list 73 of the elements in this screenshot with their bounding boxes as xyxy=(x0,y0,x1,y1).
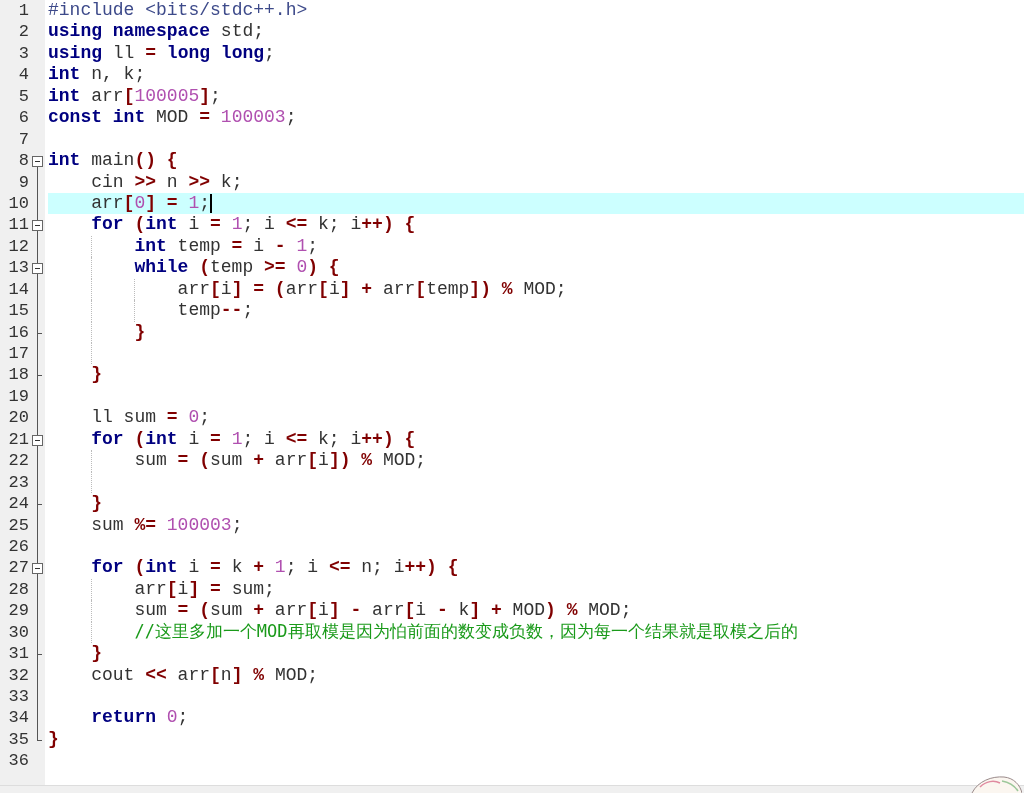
line-number: 28 xyxy=(7,578,30,601)
line-number: 6 xyxy=(17,107,30,129)
line-number: 5 xyxy=(17,85,30,108)
code-line: arr[i] = sum; xyxy=(134,578,275,601)
code-line: int temp = i - 1; xyxy=(134,235,319,258)
code-line: #include <bits/stdc++.h> xyxy=(48,0,308,22)
line-number: 11 xyxy=(7,214,30,236)
code-line: cin >> n >> k; xyxy=(91,171,243,193)
line-number: 27 xyxy=(7,557,30,579)
code-line: const int MOD = 100003; xyxy=(48,107,297,129)
code-line: for (int i = 1; i <= k; i++) { xyxy=(91,428,416,451)
line-number: 31 xyxy=(7,643,30,665)
code-line: } xyxy=(91,643,102,665)
code-line: int arr[100005]; xyxy=(48,85,221,108)
text-cursor xyxy=(210,194,212,214)
fold-minus-icon[interactable] xyxy=(32,563,43,575)
line-number: 16 xyxy=(7,321,30,343)
fold-minus-icon[interactable] xyxy=(32,156,43,168)
code-line: } xyxy=(91,493,102,515)
code-line: } xyxy=(91,364,102,386)
code-line: for (int i = 1; i <= k; i++) { xyxy=(91,214,416,236)
fold-minus-icon[interactable] xyxy=(32,434,43,446)
line-number: 26 xyxy=(7,535,30,558)
code-line: for (int i = k + 1; i <= n; i++) { xyxy=(91,557,459,579)
code-line: arr[i] = (arr[i] + arr[temp]) % MOD; xyxy=(177,278,567,301)
line-number: 36 xyxy=(7,750,30,772)
line-number: 10 xyxy=(7,192,30,215)
line-number: 35 xyxy=(7,728,30,751)
line-number: 34 xyxy=(7,707,30,729)
line-number: 1 xyxy=(17,0,30,22)
line-number: 22 xyxy=(7,450,30,472)
code-line: using namespace std; xyxy=(48,21,265,43)
line-number: 2 xyxy=(17,21,30,43)
line-number: 3 xyxy=(17,42,30,65)
code-line: while (temp >= 0) { xyxy=(134,257,340,279)
line-number: 8 xyxy=(17,150,30,172)
line-number: 23 xyxy=(7,471,30,494)
line-number: 32 xyxy=(7,664,30,686)
line-number: 33 xyxy=(7,686,30,708)
code-line: sum = (sum + arr[i]) % MOD; xyxy=(134,450,427,472)
code-line: int n, k; xyxy=(48,64,146,86)
code-line: arr[0] = 1; xyxy=(91,192,211,215)
line-number: 25 xyxy=(7,514,30,536)
line-number: 17 xyxy=(7,343,30,365)
line-number: 12 xyxy=(7,235,30,258)
code-line: int main() { xyxy=(48,150,178,172)
line-number: 4 xyxy=(17,64,30,86)
line-number: 20 xyxy=(7,407,30,429)
line-number: 14 xyxy=(7,278,30,301)
line-number: 30 xyxy=(7,621,30,644)
line-number: 7 xyxy=(17,128,30,151)
line-number: 21 xyxy=(7,428,30,451)
line-number: 13 xyxy=(7,257,30,279)
line-number: 18 xyxy=(7,364,30,386)
fold-minus-icon[interactable] xyxy=(32,220,43,232)
code-line: using ll = long long; xyxy=(48,42,275,65)
line-number: 19 xyxy=(7,385,30,408)
horizontal-scrollbar[interactable] xyxy=(0,785,1024,793)
code-line: ll sum = 0; xyxy=(91,407,211,429)
code-line: temp--; xyxy=(177,300,254,322)
code-line: } xyxy=(134,321,146,343)
fold-minus-icon[interactable] xyxy=(32,263,43,275)
code-line: } xyxy=(48,728,59,751)
code-line: sum %= 100003; xyxy=(91,514,243,536)
line-number: 29 xyxy=(7,600,30,622)
code-line: sum = (sum + arr[i] - arr[i - k] + MOD) % MOD; xyxy=(134,600,632,622)
line-number: 15 xyxy=(7,300,30,322)
mascot-drawing xyxy=(970,775,1022,793)
line-number: 24 xyxy=(7,493,30,515)
code-line: return 0; xyxy=(91,707,189,729)
line-number: 9 xyxy=(17,171,30,193)
code-line: cout << arr[n] % MOD; xyxy=(91,664,319,686)
code-comment: //这里多加一个MOD再取模是因为怕前面的数变成负数，因为每一个结果就是取模之后的 xyxy=(134,621,798,644)
